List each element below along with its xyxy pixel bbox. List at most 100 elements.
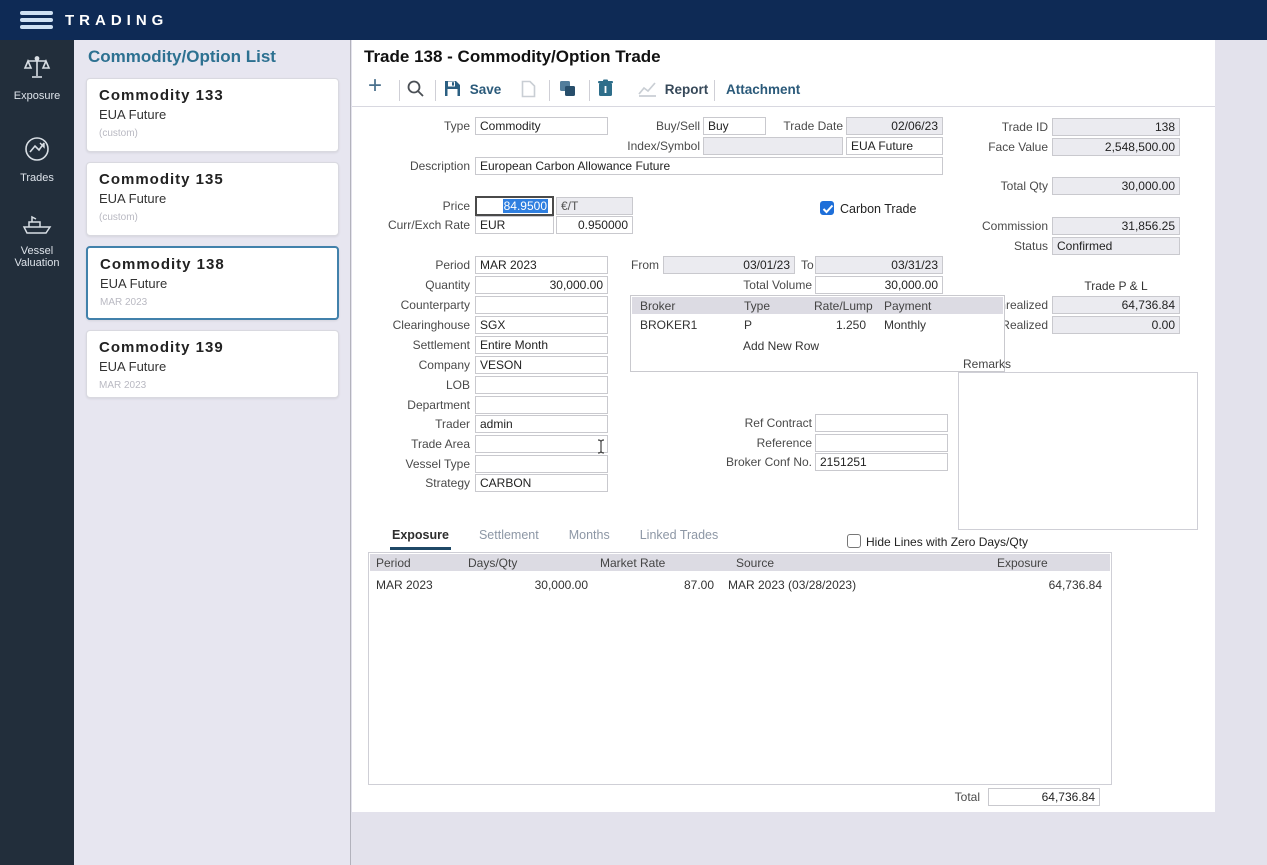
tab-months[interactable]: Months	[567, 528, 612, 550]
from-field[interactable]: 03/01/23	[663, 256, 795, 274]
price-unit: €/T	[556, 197, 633, 215]
carbon-trade-checkbox[interactable]	[820, 201, 834, 215]
total-volume-label: Total Volume	[712, 276, 812, 294]
col-source: Source	[736, 555, 774, 571]
broker-name: BROKER1	[640, 317, 697, 333]
price-input[interactable]: 84.9500	[475, 196, 554, 216]
index-symbol-label: Index/Symbol	[600, 137, 700, 155]
broker-conf-field[interactable]: 2151251	[815, 453, 948, 471]
price-selected-text: 84.9500	[503, 199, 548, 213]
trade-id-field[interactable]: 138	[1052, 118, 1180, 136]
commission-field[interactable]: 31,856.25	[1052, 217, 1180, 235]
period-field[interactable]: MAR 2023	[475, 256, 608, 274]
hide-lines-label: Hide Lines with Zero Days/Qty	[866, 533, 1028, 551]
card-meta: (custom)	[99, 128, 338, 139]
broker-row[interactable]: BROKER1 P 1.250 Monthly	[632, 317, 1003, 334]
to-label: To	[801, 256, 814, 274]
face-value-label: Face Value	[968, 138, 1048, 156]
counterparty-field[interactable]	[475, 296, 608, 314]
broker-table-header: Broker Type Rate/Lump Payment	[632, 297, 1003, 314]
buy-sell-label: Buy/Sell	[620, 117, 700, 135]
text-cursor	[597, 439, 605, 454]
scales-icon	[23, 68, 51, 85]
exch-rate-field[interactable]: 0.950000	[556, 216, 633, 234]
list-item-commodity-135[interactable]: Commodity 135 EUA Future (custom)	[86, 162, 339, 236]
exposure-table-header: Period Days/Qty Market Rate Source Expos…	[370, 554, 1110, 571]
broker-conf-label: Broker Conf No.	[702, 453, 812, 471]
trade-pnl-title: Trade P & L	[1052, 277, 1180, 295]
list-item-commodity-138-selected[interactable]: Commodity 138 EUA Future MAR 2023	[86, 246, 339, 320]
report-chart-icon	[638, 81, 657, 105]
carbon-trade-label: Carbon Trade	[840, 200, 916, 218]
left-nav-rail: Exposure Trades Vessel Valuation	[0, 40, 74, 865]
total-label: Total	[900, 788, 980, 806]
trade-id-label: Trade ID	[968, 118, 1048, 136]
card-meta: (custom)	[99, 212, 338, 223]
total-field[interactable]: 64,736.84	[988, 788, 1100, 806]
col-period: Period	[376, 555, 411, 571]
hide-lines-checkbox[interactable]	[847, 534, 861, 548]
lob-field[interactable]	[475, 376, 608, 394]
remarks-textarea[interactable]	[958, 372, 1198, 530]
add-new-row-link[interactable]: Add New Row	[743, 338, 819, 354]
sidebar-item-trades[interactable]: Trades	[0, 135, 74, 184]
department-field[interactable]	[475, 396, 608, 414]
report-button[interactable]: Report	[638, 78, 708, 105]
save-button[interactable]: Save	[444, 78, 501, 105]
currency-field[interactable]: EUR	[475, 216, 554, 234]
sidebar-item-exposure[interactable]: Exposure	[0, 55, 74, 102]
total-volume-field[interactable]: 30,000.00	[815, 276, 943, 294]
quantity-field[interactable]: 30,000.00	[475, 276, 608, 294]
realized-field[interactable]: 0.00	[1052, 316, 1180, 334]
broker-payment: Monthly	[884, 317, 926, 333]
symbol-field[interactable]: EUA Future	[846, 137, 943, 155]
strategy-field[interactable]: CARBON	[475, 474, 608, 492]
vessel-type-field[interactable]	[475, 455, 608, 473]
sidebar-item-vessel-valuation[interactable]: Vessel Valuation	[0, 212, 74, 269]
type-field[interactable]: Commodity	[475, 117, 608, 135]
trade-date-field[interactable]: 02/06/23	[846, 117, 943, 135]
reference-field[interactable]	[815, 434, 948, 452]
face-value-field[interactable]: 2,548,500.00	[1052, 138, 1180, 156]
exp-exposure: 64,736.84	[1049, 577, 1102, 593]
new-document-button-disabled[interactable]	[521, 80, 536, 106]
exposure-row[interactable]: MAR 2023 30,000.00 87.00 MAR 2023 (03/28…	[370, 577, 1110, 594]
sidebar-item-label: Trades	[0, 172, 74, 184]
trader-field[interactable]: admin	[475, 415, 608, 433]
attachment-button[interactable]: Attachment	[726, 78, 800, 102]
period-label: Period	[370, 256, 470, 274]
list-item-commodity-139[interactable]: Commodity 139 EUA Future MAR 2023	[86, 330, 339, 398]
list-item-commodity-133[interactable]: Commodity 133 EUA Future (custom)	[86, 78, 339, 152]
app-title: TRADING	[65, 12, 168, 29]
tab-exposure[interactable]: Exposure	[390, 528, 451, 550]
tab-linked-trades[interactable]: Linked Trades	[638, 528, 721, 550]
col-type: Type	[744, 298, 770, 314]
trader-label: Trader	[370, 415, 470, 433]
status-field[interactable]: Confirmed	[1052, 237, 1180, 255]
trade-area-field[interactable]	[475, 435, 608, 453]
copy-button[interactable]	[558, 79, 577, 106]
total-qty-field[interactable]: 30,000.00	[1052, 177, 1180, 195]
clearinghouse-field[interactable]: SGX	[475, 316, 608, 334]
settlement-field[interactable]: Entire Month	[475, 336, 608, 354]
search-button[interactable]	[406, 79, 425, 106]
buy-sell-field[interactable]: Buy	[703, 117, 766, 135]
new-button[interactable]: +	[368, 74, 382, 98]
card-title: Commodity 135	[99, 171, 338, 188]
to-field[interactable]: 03/31/23	[815, 256, 943, 274]
unrealized-field[interactable]: 64,736.84	[1052, 296, 1180, 314]
exp-source: MAR 2023 (03/28/2023)	[728, 577, 856, 593]
curr-exch-label: Curr/Exch Rate	[370, 216, 470, 234]
card-title: Commodity 133	[99, 87, 338, 104]
col-rate-lump: Rate/Lump	[814, 298, 873, 314]
department-label: Department	[370, 396, 470, 414]
description-field[interactable]: European Carbon Allowance Future	[475, 157, 943, 175]
tab-settlement[interactable]: Settlement	[477, 528, 541, 550]
delete-button[interactable]	[598, 79, 613, 105]
index-symbol-field[interactable]	[703, 137, 843, 155]
hamburger-menu-icon[interactable]	[20, 11, 53, 29]
company-field[interactable]: VESON	[475, 356, 608, 374]
ref-contract-field[interactable]	[815, 414, 948, 432]
card-meta: MAR 2023	[99, 380, 338, 391]
search-icon	[406, 86, 425, 101]
